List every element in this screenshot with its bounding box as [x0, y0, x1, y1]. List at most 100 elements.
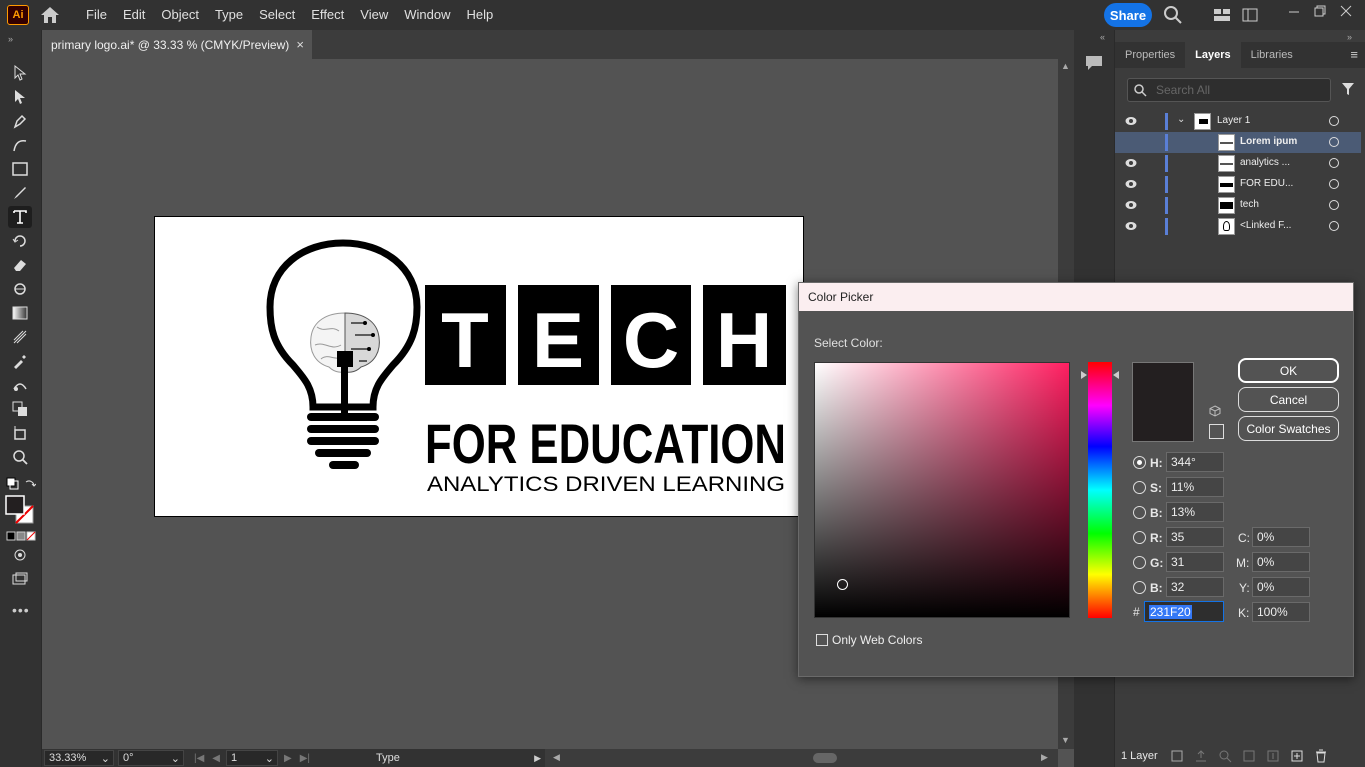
saturation-brightness-field[interactable]: [814, 362, 1070, 618]
eraser-tool-icon[interactable]: [8, 254, 32, 276]
yellow-input[interactable]: 0%: [1252, 577, 1310, 597]
logo-artwork[interactable]: T E C H FOR EDUCATION ANALYTICS DRIVEN L…: [155, 217, 804, 517]
minimize-icon[interactable]: [1287, 4, 1301, 21]
comments-icon[interactable]: [1084, 54, 1104, 75]
menu-view[interactable]: View: [352, 0, 396, 30]
layer-search-input[interactable]: Search All: [1127, 78, 1331, 102]
color-field-cursor[interactable]: [837, 579, 848, 590]
expand-chevron-icon[interactable]: ⌄: [1177, 114, 1185, 125]
target-circle-icon[interactable]: [1329, 137, 1339, 147]
scroll-left-icon[interactable]: ◀: [553, 752, 560, 763]
hue-slider-handle-left[interactable]: [1081, 371, 1087, 379]
menu-object[interactable]: Object: [153, 0, 207, 30]
green-input[interactable]: 31: [1166, 552, 1224, 572]
trash-icon[interactable]: [1314, 749, 1328, 763]
layer-row-analytics[interactable]: analytics ...: [1115, 153, 1361, 174]
swap-fill-stroke-icon[interactable]: [6, 476, 37, 492]
web-safe-swatch[interactable]: [1209, 424, 1224, 439]
radio-green[interactable]: [1133, 556, 1146, 569]
curvature-tool-icon[interactable]: [8, 134, 32, 156]
prev-artboard-icon[interactable]: ◀: [212, 753, 220, 764]
document-tab[interactable]: primary logo.ai* @ 33.33 % (CMYK/Preview…: [42, 30, 312, 59]
new-layer-icon[interactable]: [1290, 749, 1304, 763]
close-tab-icon[interactable]: ×: [296, 37, 304, 52]
dialog-title[interactable]: Color Picker: [799, 283, 1353, 311]
collect-export-icon[interactable]: [1218, 749, 1232, 763]
zoom-tool-icon[interactable]: [8, 446, 32, 468]
layer-row-lorem-ipum[interactable]: Lorem ipum: [1115, 132, 1361, 153]
menu-file[interactable]: File: [78, 0, 115, 30]
layer-row-tech[interactable]: tech: [1115, 195, 1361, 216]
hue-input[interactable]: 344°: [1166, 452, 1224, 472]
width-tool-icon[interactable]: [8, 278, 32, 300]
type-tool-icon[interactable]: [8, 206, 32, 228]
radio-blue[interactable]: [1133, 581, 1146, 594]
rotate-tool-icon[interactable]: [8, 230, 32, 252]
only-web-colors-checkbox[interactable]: [816, 634, 828, 646]
color-mode-icon[interactable]: [6, 530, 36, 544]
hue-slider[interactable]: [1088, 362, 1112, 618]
radio-red[interactable]: [1133, 531, 1146, 544]
layer-row-linked-file[interactable]: <Linked F...: [1115, 216, 1361, 237]
expand-dock-icon[interactable]: «: [1100, 32, 1105, 42]
paintbrush-tool-icon[interactable]: [8, 182, 32, 204]
cyan-input[interactable]: 0%: [1252, 527, 1310, 547]
radio-hue[interactable]: [1133, 456, 1146, 469]
eyedropper-tool-icon[interactable]: [8, 350, 32, 372]
saturation-input[interactable]: 11%: [1166, 477, 1224, 497]
restore-icon[interactable]: [1313, 4, 1327, 21]
collapse-toolbar-icon[interactable]: »: [8, 34, 13, 44]
hex-input[interactable]: 231F20: [1144, 601, 1224, 622]
artboard-field[interactable]: 1 ⌄: [226, 750, 278, 766]
target-circle-icon[interactable]: [1329, 116, 1339, 126]
black-input[interactable]: 100%: [1252, 602, 1310, 622]
artboard[interactable]: T E C H FOR EDUCATION ANALYTICS DRIVEN L…: [154, 216, 804, 517]
target-circle-icon[interactable]: [1329, 179, 1339, 189]
menu-type[interactable]: Type: [207, 0, 251, 30]
rectangle-tool-icon[interactable]: [8, 158, 32, 180]
shape-builder-tool-icon[interactable]: [8, 398, 32, 420]
magenta-input[interactable]: 0%: [1252, 552, 1310, 572]
panel-menu-icon[interactable]: ≡: [1350, 42, 1358, 68]
tab-layers[interactable]: Layers: [1185, 42, 1241, 68]
draw-mode-icon[interactable]: [8, 544, 32, 566]
screen-mode-icon[interactable]: [8, 568, 32, 590]
next-artboard-icon[interactable]: ▶: [284, 753, 292, 764]
export-icon[interactable]: [1194, 749, 1208, 763]
collapse-panel-icon[interactable]: »: [1347, 32, 1352, 42]
blend-tool-icon[interactable]: [8, 374, 32, 396]
gradient-tool-icon[interactable]: [8, 302, 32, 324]
first-artboard-icon[interactable]: |◀: [194, 753, 204, 764]
fill-stroke-swatch[interactable]: [5, 495, 37, 525]
selection-tool-icon[interactable]: [8, 62, 32, 84]
layer-row-for-edu[interactable]: FOR EDU...: [1115, 174, 1361, 195]
scroll-right-icon[interactable]: ▶: [1041, 752, 1048, 763]
scroll-thumb[interactable]: [813, 753, 837, 763]
tab-properties[interactable]: Properties: [1115, 42, 1185, 68]
locate-object-icon[interactable]: [1170, 749, 1184, 763]
direct-selection-tool-icon[interactable]: [8, 86, 32, 108]
close-window-icon[interactable]: [1339, 4, 1353, 21]
hue-slider-handle-right[interactable]: [1113, 371, 1119, 379]
pen-tool-icon[interactable]: [8, 110, 32, 132]
zoom-field[interactable]: 33.33% ⌄: [44, 750, 114, 766]
scroll-up-icon[interactable]: ▲: [1061, 61, 1070, 71]
more-tools-icon[interactable]: •••: [12, 602, 30, 618]
workspace-icon[interactable]: [1242, 8, 1258, 25]
share-button[interactable]: Share: [1104, 3, 1152, 27]
menu-window[interactable]: Window: [396, 0, 458, 30]
search-icon[interactable]: [1163, 5, 1183, 28]
radio-saturation[interactable]: [1133, 481, 1146, 494]
target-circle-icon[interactable]: [1329, 200, 1339, 210]
new-sublayer-icon[interactable]: [1266, 749, 1280, 763]
color-swatches-button[interactable]: Color Swatches: [1238, 416, 1339, 441]
target-circle-icon[interactable]: [1329, 158, 1339, 168]
filter-icon[interactable]: [1341, 82, 1355, 99]
red-input[interactable]: 35: [1166, 527, 1224, 547]
last-artboard-icon[interactable]: ▶|: [300, 753, 310, 764]
rotation-field[interactable]: 0° ⌄: [118, 750, 184, 766]
brightness-input[interactable]: 13%: [1166, 502, 1224, 522]
menu-select[interactable]: Select: [251, 0, 303, 30]
ok-button[interactable]: OK: [1238, 358, 1339, 383]
blue-input[interactable]: 32: [1166, 577, 1224, 597]
